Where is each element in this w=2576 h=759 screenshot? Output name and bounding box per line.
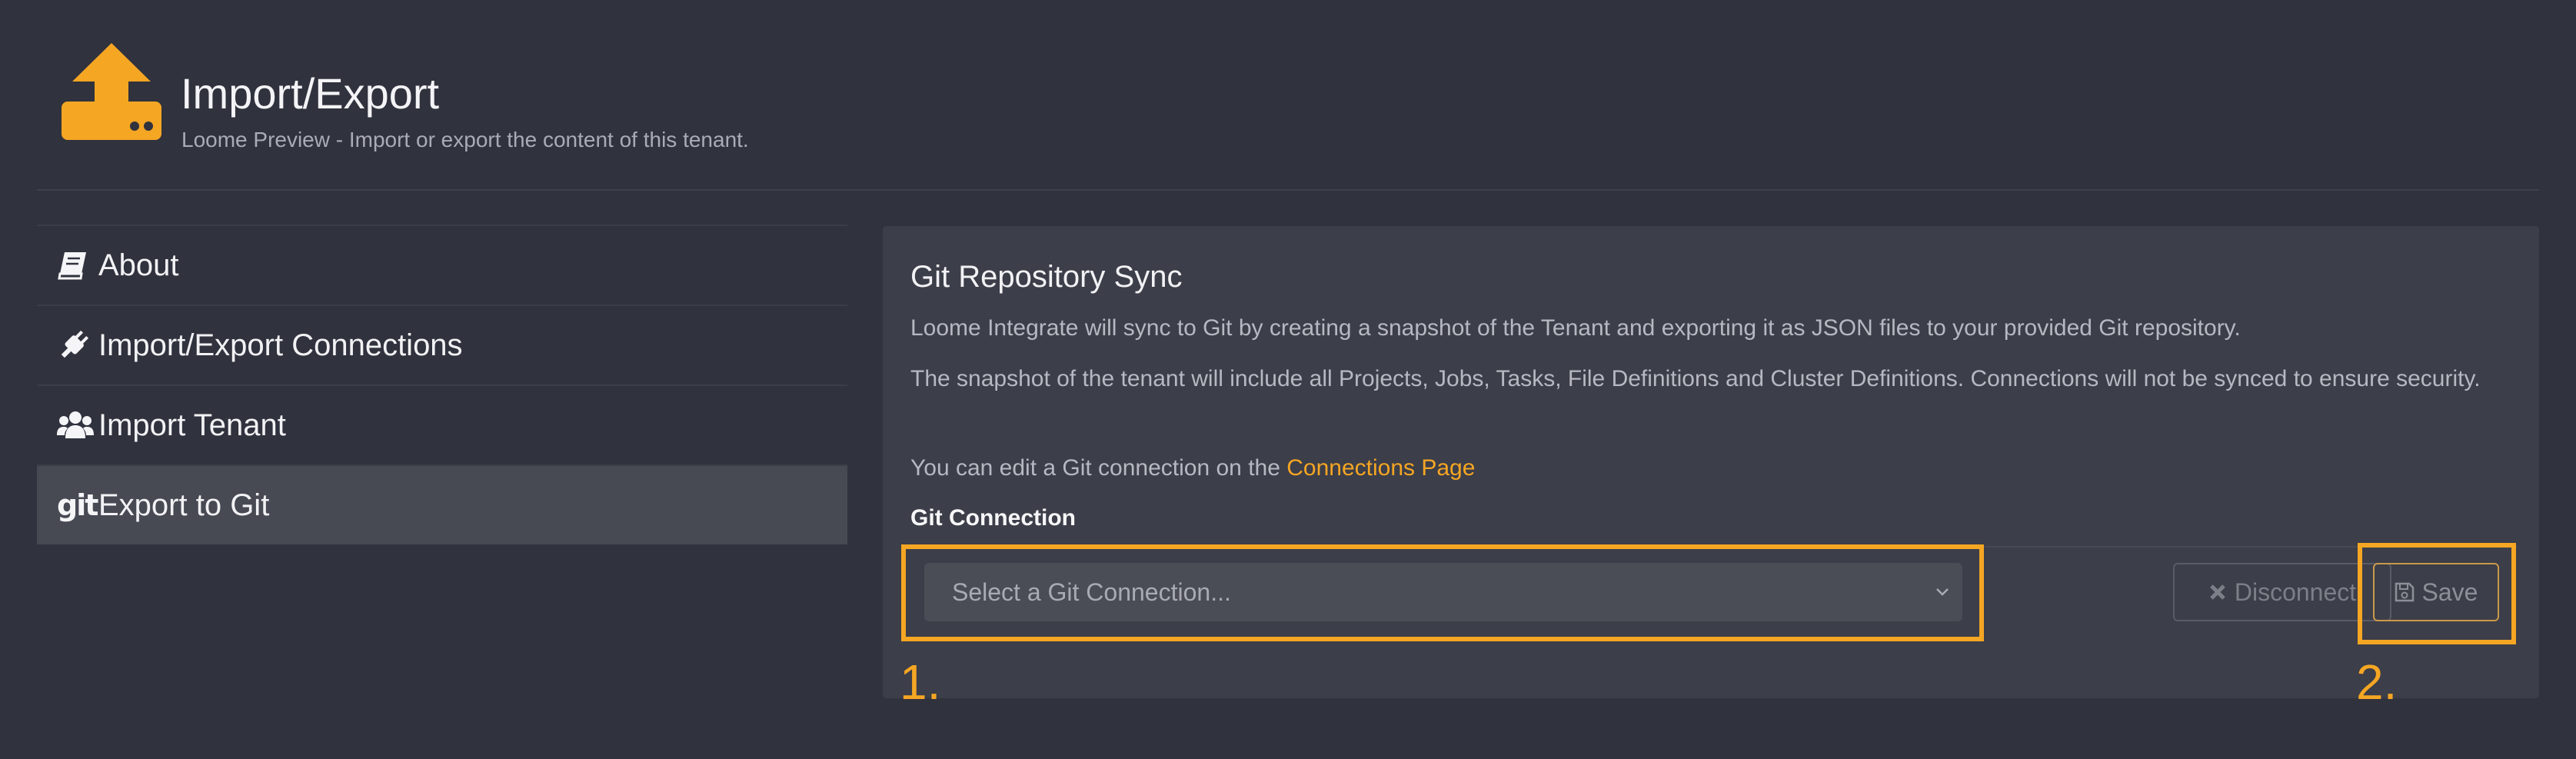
sidebar-item-export-to-git[interactable]: git Export to Git: [37, 464, 847, 544]
book-icon: [57, 251, 98, 280]
connections-page-link[interactable]: Connections Page: [1286, 455, 1475, 481]
git-connection-label: Git Connection: [910, 505, 1076, 531]
chevron-down-icon: [1936, 588, 1949, 596]
git-connection-select[interactable]: Select a Git Connection...: [924, 563, 1962, 621]
plug-icon: [57, 328, 98, 362]
sidebar-item-label: Import/Export Connections: [98, 328, 463, 362]
step-2-label: 2.: [2356, 654, 2398, 710]
sidebar-item-label: Import Tenant: [98, 408, 286, 442]
sidebar-item-import-tenant[interactable]: Import Tenant: [37, 384, 847, 464]
save-label: Save: [2421, 578, 2478, 606]
upload-drive-icon: [62, 43, 161, 140]
git-icon: git: [57, 488, 98, 522]
sidebar-item-import-export-connections[interactable]: Import/Export Connections: [37, 305, 847, 384]
sidebar-item-label: About: [98, 248, 179, 282]
sidebar-item-about[interactable]: About: [37, 225, 847, 305]
header-divider: [37, 189, 2539, 191]
sidebar-item-label: Export to Git: [98, 488, 270, 522]
edit-connection-paragraph: You can edit a Git connection on the Con…: [910, 451, 2518, 486]
page-header: Import/Export Loome Preview - Import or …: [0, 0, 2576, 191]
close-icon: [2210, 584, 2225, 600]
step-1-label: 1.: [900, 654, 941, 710]
page-title: Import/Export: [181, 69, 440, 118]
users-icon: [57, 411, 98, 440]
disconnect-label: Disconnect: [2234, 578, 2357, 606]
git-sync-panel: Git Repository Sync Loome Integrate will…: [883, 226, 2539, 709]
snapshot-paragraph: The snapshot of the tenant will include …: [910, 366, 2481, 391]
page-subtitle: Loome Preview - Import or export the con…: [181, 128, 749, 151]
select-placeholder: Select a Git Connection...: [952, 578, 1231, 606]
description-paragraph: Loome Integrate will sync to Git by crea…: [910, 315, 2241, 341]
save-button[interactable]: Save: [2373, 563, 2499, 621]
floppy-disk-icon: [2395, 582, 2414, 602]
edit-connection-text: You can edit a Git connection on the: [910, 455, 1287, 481]
sidebar: About Import/Export Connections Import T…: [37, 225, 847, 544]
panel-title: Git Repository Sync: [910, 260, 1183, 294]
